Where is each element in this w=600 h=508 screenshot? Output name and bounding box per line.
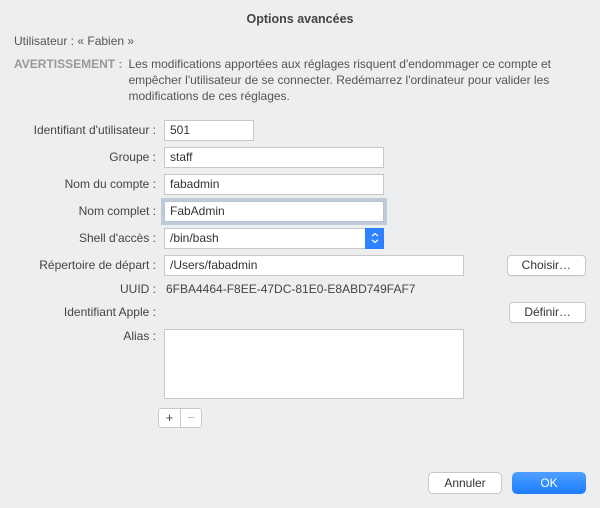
label-account-name: Nom du compte : xyxy=(14,177,164,191)
ok-button[interactable]: OK xyxy=(512,472,586,494)
label-full-name: Nom complet : xyxy=(14,204,164,218)
user-line: Utilisateur : « Fabien » xyxy=(0,32,600,56)
full-name-input[interactable] xyxy=(164,201,384,222)
login-shell-value: /bin/bash xyxy=(164,228,384,249)
warning-block: AVERTISSEMENT : Les modifications apport… xyxy=(0,56,600,117)
warning-text: Les modifications apportées aux réglages… xyxy=(128,56,586,105)
user-line-prefix: Utilisateur : xyxy=(14,34,74,48)
uuid-value: 6FBA4464-F8EE-47DC-81E0-E8ABD749FAF7 xyxy=(164,282,415,296)
remove-alias-button[interactable]: − xyxy=(180,408,202,428)
label-group: Groupe : xyxy=(14,150,164,164)
dialog-title: Options avancées xyxy=(0,0,600,32)
account-name-input[interactable] xyxy=(164,174,384,195)
user-id-input[interactable] xyxy=(164,120,254,141)
group-input[interactable] xyxy=(164,147,384,168)
label-user-id: Identifiant d'utilisateur : xyxy=(14,123,164,137)
label-apple-id: Identifiant Apple : xyxy=(14,305,164,319)
chevron-down-icon xyxy=(365,228,384,249)
login-shell-select[interactable]: /bin/bash xyxy=(164,228,384,249)
home-dir-input[interactable] xyxy=(164,255,464,276)
set-button[interactable]: Définir… xyxy=(509,302,586,323)
user-line-value: « Fabien » xyxy=(77,34,134,48)
warning-label: AVERTISSEMENT : xyxy=(14,56,128,105)
aliases-list[interactable] xyxy=(164,329,464,399)
choose-button[interactable]: Choisir… xyxy=(507,255,586,276)
label-aliases: Alias : xyxy=(14,329,164,343)
add-alias-button[interactable]: + xyxy=(158,408,180,428)
cancel-button[interactable]: Annuler xyxy=(428,472,502,494)
label-home-dir: Répertoire de départ : xyxy=(14,258,164,272)
label-uuid: UUID : xyxy=(14,282,164,296)
label-login-shell: Shell d'accès : xyxy=(14,231,164,245)
dialog-footer: Annuler OK xyxy=(428,472,586,494)
alias-controls: + − xyxy=(158,408,600,428)
